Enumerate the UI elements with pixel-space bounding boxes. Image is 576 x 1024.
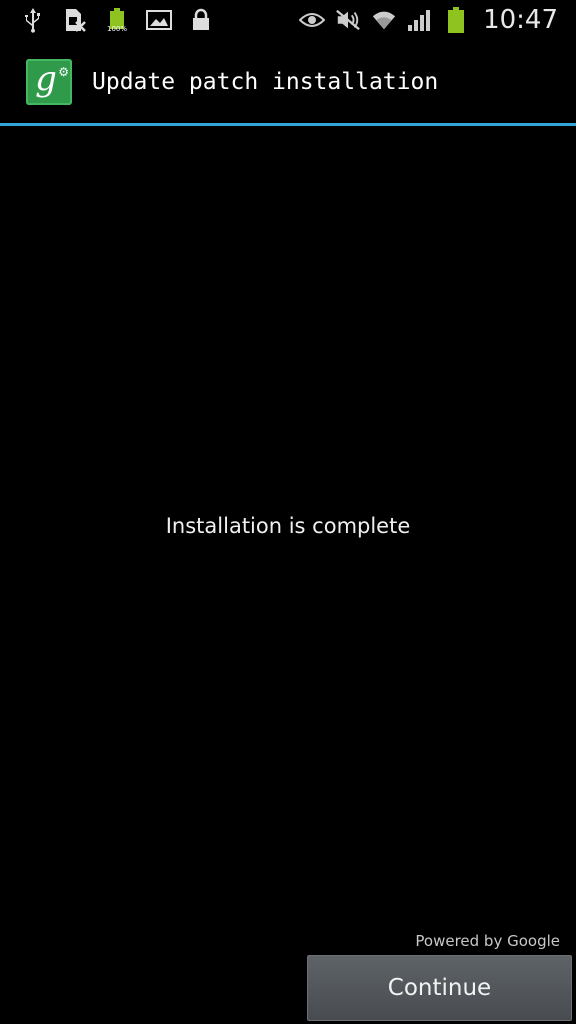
usb-icon: [20, 7, 46, 33]
signal-icon: [407, 7, 433, 33]
clock: 10:47: [483, 5, 558, 35]
google-g-glyph: g: [35, 59, 57, 99]
battery-full-icon: 100%: [104, 7, 130, 33]
image-icon: [146, 7, 172, 33]
mute-icon: [335, 7, 361, 33]
gear-icon: ⚙: [58, 65, 69, 79]
status-message: Installation is complete: [165, 514, 411, 538]
action-bar: g ⚙ Update patch installation: [0, 40, 576, 124]
sim-card-error-icon: [62, 7, 88, 33]
action-bar-divider: [0, 123, 576, 126]
status-bar: 100% 10:47: [0, 0, 576, 40]
battery-percent-label: 100%: [106, 25, 127, 33]
lock-icon: [188, 7, 214, 33]
continue-button[interactable]: Continue: [307, 955, 572, 1021]
battery-icon: [443, 7, 469, 33]
powered-by-label: Powered by Google: [415, 932, 560, 950]
google-settings-icon[interactable]: g ⚙: [26, 59, 72, 105]
page-title: Update patch installation: [92, 69, 439, 95]
wifi-icon: [371, 7, 397, 33]
eye-icon: [299, 7, 326, 33]
